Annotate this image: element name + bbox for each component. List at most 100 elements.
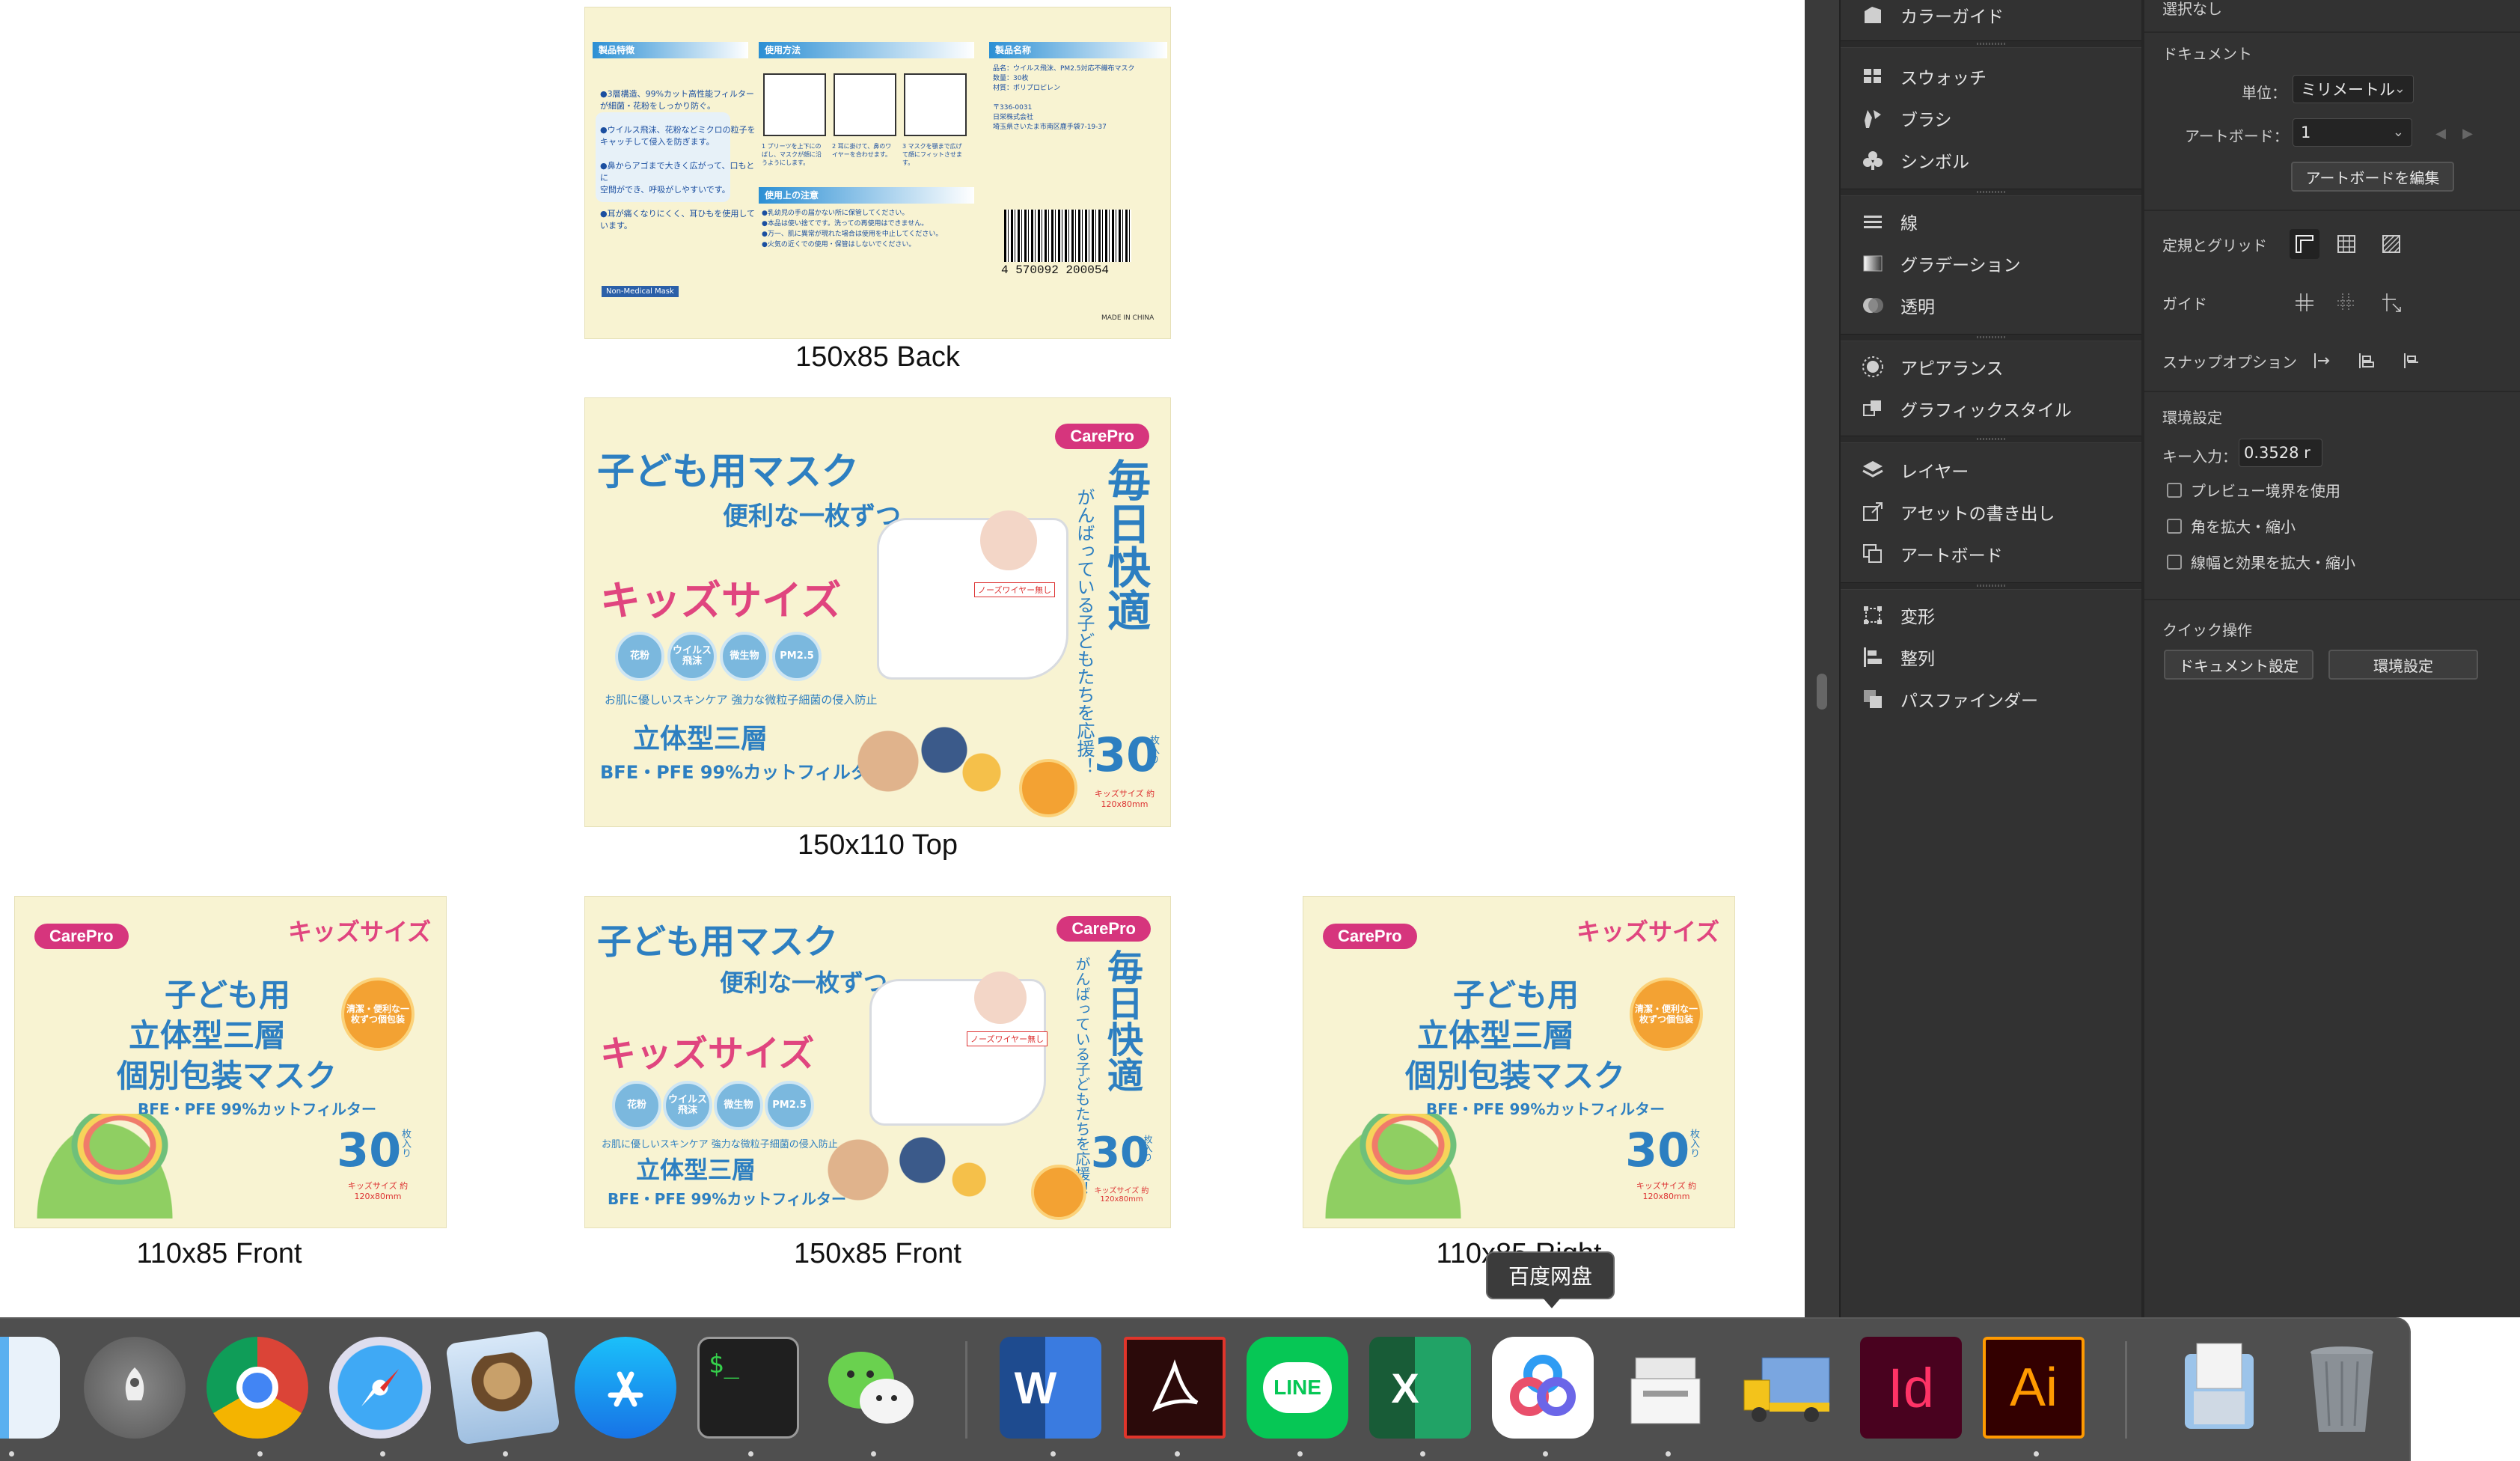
panel-item-symbols[interactable]: シンボル: [1841, 139, 2143, 181]
panel-item-appearance[interactable]: アピアランス: [1841, 346, 2143, 388]
checkbox-box[interactable]: [2167, 518, 2182, 534]
dock-line[interactable]: LINE: [1247, 1337, 1348, 1439]
dock-mail[interactable]: [445, 1330, 560, 1445]
snap-to-point-icon[interactable]: [2308, 346, 2337, 376]
size-note: キッズサイズ 約120x80mm: [347, 1181, 409, 1201]
panel-item-layers[interactable]: レイヤー: [1841, 449, 2143, 491]
dock-trash[interactable]: [2291, 1337, 2393, 1439]
document-setup-button[interactable]: ドキュメント設定: [2164, 650, 2313, 680]
dock-chrome[interactable]: [207, 1337, 308, 1439]
dock-finder[interactable]: [0, 1337, 60, 1439]
scale-corners-checkbox[interactable]: 角を拡大・縮小: [2167, 515, 2296, 537]
front-line-2: 立体型三層: [1417, 1017, 1575, 1054]
panel-item-label: シンボル: [1900, 153, 1969, 172]
panel-item-pathfinder[interactable]: パスファインダー: [1841, 678, 2143, 720]
scale-strokes-effects-checkbox[interactable]: 線幅と効果を拡大・縮小: [2167, 551, 2355, 573]
artboard-right-110[interactable]: CarePro キッズサイズ 子ども用 立体型三層 個別包装マスク BFE・PF…: [1303, 897, 1734, 1227]
brand-logo: CarePro: [1323, 924, 1417, 949]
next-artboard-icon[interactable]: ▶: [2453, 118, 2483, 148]
size-note: キッズサイズ 約120x80mm: [1094, 1187, 1149, 1204]
splitter-handle[interactable]: [1817, 674, 1827, 710]
dock-transmit[interactable]: [1737, 1337, 1839, 1439]
snap-to-glyph-icon[interactable]: [2397, 346, 2427, 376]
panel-item-brushes[interactable]: ブラシ: [1841, 97, 2143, 139]
panel-item-stroke[interactable]: 線: [1841, 201, 2143, 243]
dock-baidu-netdisk[interactable]: [1492, 1337, 1594, 1439]
snap-to-pixel-icon[interactable]: [2352, 346, 2382, 376]
unit-select[interactable]: ミリメートル ⌄: [2293, 75, 2414, 103]
dock-illustrator[interactable]: Ai: [1983, 1337, 2085, 1439]
artboard-select[interactable]: 1 ⌄: [2293, 118, 2412, 147]
panel-item-align[interactable]: 整列: [1841, 636, 2143, 678]
edit-artboards-button[interactable]: アートボードを編集: [2291, 162, 2454, 192]
checkbox-box[interactable]: [2167, 482, 2182, 498]
rocket-icon: [125, 1367, 144, 1400]
made-in-text: MADE IN CHINA: [1101, 314, 1155, 322]
running-indicator: [257, 1451, 263, 1457]
section-separator: [2144, 210, 2520, 211]
artboards-icon: [1860, 541, 1886, 567]
artboard-front-110[interactable]: CarePro キッズサイズ 子ども用 立体型三層 個別包装マスク BFE・PF…: [15, 897, 446, 1227]
mask-illustration: [877, 518, 1068, 680]
excel-icon: X: [1391, 1364, 1419, 1412]
panel-item-label: 透明: [1900, 298, 1935, 317]
rulers-icon[interactable]: [2290, 229, 2319, 259]
panel-splitter[interactable]: [1805, 0, 1839, 1317]
usage-step-3-text: 3 マスクを顎まで広げて顔にフィットさせます。: [902, 143, 962, 166]
front-line-1: 子ども用: [165, 977, 291, 1013]
panel-item-color-guide[interactable]: カラーガイド: [1841, 0, 2143, 36]
indesign-icon: Id: [1888, 1356, 1934, 1419]
layers-icon: [1860, 457, 1886, 483]
panel-item-graphic-styles[interactable]: グラフィックスタイル: [1841, 388, 2143, 430]
unit-label: 単位：: [2242, 84, 2287, 102]
brand-logo: CarePro: [34, 924, 129, 949]
illustrator-icon: Ai: [2009, 1358, 2058, 1418]
quick-actions-heading: クイック操作: [2162, 621, 2252, 639]
preferences-button[interactable]: 環境設定: [2328, 650, 2478, 680]
use-preview-bounds-checkbox[interactable]: プレビュー境界を使用: [2167, 479, 2340, 501]
show-guides-icon[interactable]: [2290, 287, 2319, 317]
transparency-icon: [1860, 293, 1886, 318]
artboard-caption-front-110: 110x85 Front: [136, 1238, 302, 1269]
badge-virus: ウイルス飛沫: [663, 1081, 712, 1130]
panel-item-gradient[interactable]: グラデーション: [1841, 243, 2143, 284]
dock-downloads[interactable]: [2168, 1337, 2270, 1439]
lock-guides-icon[interactable]: [2331, 287, 2361, 317]
dock-indesign[interactable]: Id: [1860, 1337, 1962, 1439]
dock-acrobat[interactable]: [1124, 1337, 1226, 1439]
key-input-field[interactable]: 0.3528 r: [2239, 439, 2322, 467]
panel-item-transparency[interactable]: 透明: [1841, 284, 2143, 326]
dock-app-store[interactable]: [575, 1337, 676, 1439]
product-title: 子ども用マスク: [597, 921, 838, 962]
badge-pollen: 花粉: [615, 632, 664, 681]
artboard-front-150[interactable]: CarePro 子ども用マスク 便利な一枚ずつ キッズサイズ 花粉 ウイルス飛沫…: [585, 897, 1170, 1227]
dock-wechat[interactable]: [820, 1337, 922, 1439]
artboard-caption-front-150: 150x85 Front: [794, 1238, 961, 1269]
make-guides-icon[interactable]: [2376, 287, 2406, 317]
transparency-grid-icon[interactable]: [2376, 229, 2406, 259]
product-title: 子ども用マスク: [597, 450, 859, 493]
dock-safari[interactable]: [329, 1337, 431, 1439]
panel-item-swatches[interactable]: スウォッチ: [1841, 55, 2143, 97]
dock-printer[interactable]: [1615, 1337, 1716, 1439]
dock-terminal[interactable]: $_: [697, 1337, 799, 1439]
dock-excel[interactable]: X: [1369, 1337, 1471, 1439]
panel-item-transform[interactable]: 変形: [1841, 594, 2143, 636]
eagle-stamp-icon: [468, 1349, 537, 1426]
panel-group-separator: [1841, 334, 2143, 341]
front-line-1: 子ども用: [1453, 977, 1579, 1013]
panel-item-asset-export[interactable]: アセットの書き出し: [1841, 491, 2143, 533]
panel-group-separator: [1841, 40, 2143, 48]
grid-icon[interactable]: [2331, 229, 2361, 259]
artboard-back[interactable]: 製品特徴 ●3層構造、99%カット高性能フィルター が細菌・花粉をしっかり防ぐ。…: [585, 7, 1170, 338]
checkbox-label: 角を拡大・縮小: [2191, 518, 2296, 536]
dock-word[interactable]: W: [1000, 1337, 1101, 1439]
checkbox-box[interactable]: [2167, 554, 2182, 570]
artboard-canvas[interactable]: 製品特徴 ●3層構造、99%カット高性能フィルター が細菌・花粉をしっかり防ぐ。…: [0, 0, 1805, 1317]
previous-artboard-icon[interactable]: ◀: [2426, 118, 2456, 148]
dock-launchpad[interactable]: [84, 1337, 186, 1439]
trash-icon: [2310, 1346, 2373, 1432]
kids-playing-illustration: [832, 705, 1019, 817]
panel-item-artboards[interactable]: アートボード: [1841, 533, 2143, 575]
artboard-top[interactable]: CarePro 子ども用マスク 便利な一枚ずつ キッズサイズ 花粉 ウイルス飛沫…: [585, 398, 1170, 826]
